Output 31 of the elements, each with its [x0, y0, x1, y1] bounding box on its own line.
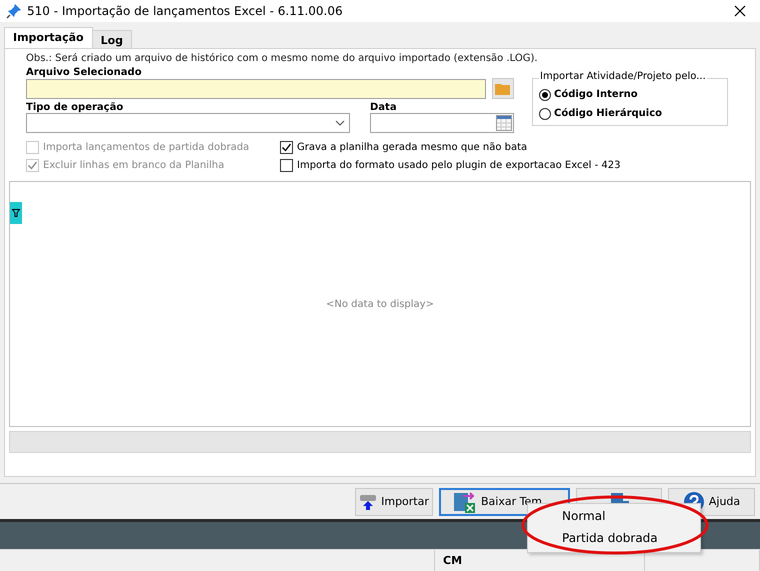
checkbox-option[interactable]: Grava a planilha gerada mesmo que não bata — [280, 139, 528, 156]
import-icon — [359, 492, 378, 511]
folder-icon — [495, 82, 511, 95]
radio-button[interactable] — [539, 88, 551, 101]
radio-option[interactable]: Código Hierárquico — [539, 104, 721, 124]
import-button[interactable]: Importar — [355, 488, 433, 516]
field-label: Data — [370, 102, 398, 114]
window-title: 510 - Importação de lançamentos Excel - 6.11.00.06 — [27, 4, 344, 18]
checkbox[interactable] — [280, 140, 293, 154]
empty-message: <No data to display> — [326, 298, 434, 310]
close-icon[interactable] — [734, 4, 746, 17]
pin-icon — [6, 2, 22, 19]
checkbox-option[interactable]: Importa do formato usado pelo plugin de exportacao Excel - 423 — [280, 157, 620, 174]
tab[interactable]: Importação — [4, 27, 93, 48]
chevron-down-icon — [335, 120, 345, 126]
date-field[interactable] — [370, 113, 514, 134]
note-text: Obs.: Será criado um arquivo de histórico com o mesmo nome do arquivo importado (extensão .LOG). — [25, 53, 539, 64]
file-field[interactable] — [26, 78, 486, 99]
menu-item[interactable]: Partida dobrada — [528, 528, 700, 550]
radio-option[interactable]: Código Interno — [539, 85, 721, 104]
filter-icon — [12, 209, 20, 218]
field-label: Arquivo Selecionado — [26, 67, 143, 78]
calendar-icon — [496, 115, 512, 132]
group-title: Importar Atividade/Projeto pelo... — [539, 71, 707, 82]
spreadsheet-icon — [453, 490, 477, 514]
operation-dropdown[interactable] — [26, 113, 350, 134]
radio-button[interactable] — [539, 108, 551, 120]
tab[interactable]: Log — [92, 30, 132, 48]
filter-button[interactable] — [10, 202, 22, 224]
checkbox[interactable] — [280, 158, 293, 172]
field-label: Tipo de operação — [26, 102, 124, 114]
